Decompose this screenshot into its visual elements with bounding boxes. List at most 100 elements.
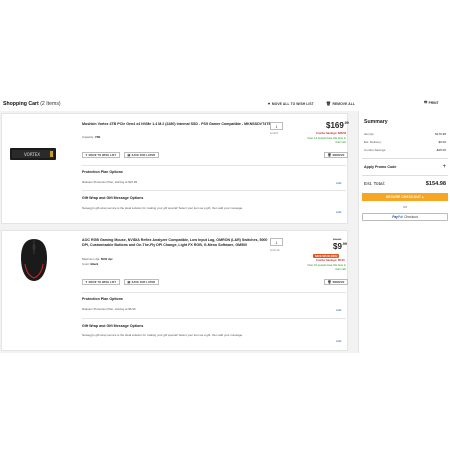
gift-wrap-title: Gift Wrap and Gift Message Options: [82, 196, 144, 200]
estimated-total: Est. Total: $154.98: [364, 181, 446, 187]
summary-divider: [362, 175, 448, 176]
summary-value: $179.98: [435, 132, 446, 136]
summary-row-delivery: Est. Delivery: $0.00: [364, 140, 446, 144]
item-spec-color: Color: Black: [82, 262, 98, 266]
divider: [82, 292, 346, 293]
summary-row-items: Item(s): $179.98: [364, 132, 446, 136]
add-protection-link[interactable]: Add: [336, 308, 341, 312]
quantity-limit: Limit 5: [270, 132, 278, 135]
ssd-thumbnail[interactable]: VORTEX: [10, 148, 56, 161]
add-gift-link[interactable]: Add: [336, 339, 341, 343]
spec-value: 4TB: [94, 135, 101, 139]
summary-label: Item(s):: [364, 132, 375, 136]
summary-value: $0.00: [438, 140, 446, 144]
popularity-note: Over 14 people have this item in their c…: [307, 137, 346, 144]
cart-header: Shopping Cart (2 Items) ♥ MOVE ALL TO WI…: [0, 98, 358, 109]
remove-item-button[interactable]: 🗑 REMOVE: [324, 279, 348, 285]
paypal-pal: Pal: [397, 215, 403, 219]
combo-savings: Combo Savings: $5.00: [316, 259, 345, 262]
protection-plan-title: Protection Plan Options: [82, 170, 123, 174]
spec-value: Black: [90, 262, 99, 266]
save-later-label: SAVE FOR LATER: [131, 153, 156, 157]
est-total-value: $154.98: [425, 181, 446, 187]
save-for-later-button[interactable]: ▤ SAVE FOR LATER: [124, 152, 159, 158]
page-title: Shopping Cart (2 Items): [3, 101, 61, 107]
move-to-wishlist-button[interactable]: ♥ MOVE TO WISH LIST: [82, 279, 120, 285]
save-later-label: SAVE FOR LATER: [131, 280, 156, 284]
summary-value: -$25.00: [435, 148, 446, 152]
item-count: (2 Items): [40, 100, 61, 107]
print-button[interactable]: 🖶 PRINT: [424, 100, 439, 106]
heart-icon: ♥: [267, 101, 271, 106]
summary-label: Est. Delivery:: [364, 140, 382, 144]
mouse-thumbnail[interactable]: [18, 238, 50, 283]
price-whole: $169: [326, 121, 344, 130]
summary-row-savings: Combo Savings: -$25.00: [364, 148, 446, 152]
move-all-label: MOVE ALL TO WISH LIST: [271, 101, 314, 106]
popularity-note: Over 10 people have this item in their c…: [307, 264, 346, 271]
cart-title-text: Shopping Cart: [3, 100, 39, 107]
or-separator: OR: [402, 205, 408, 209]
spec-value: 5000 dpi: [100, 257, 113, 261]
remove-label: REMOVE: [332, 153, 345, 157]
remove-all-button[interactable]: 🗑 REMOVE ALL: [326, 101, 355, 106]
protection-plan-title: Protection Plan Options: [82, 297, 123, 301]
trash-icon: 🗑: [327, 280, 332, 284]
page: Shopping Cart (2 Items) ♥ MOVE ALL TO WI…: [0, 0, 450, 450]
heart-icon: ♥: [85, 280, 88, 284]
trash-icon: 🗑: [327, 153, 332, 157]
protection-plan-text: Rakuten Protection Plan, starting at $6.…: [82, 307, 136, 311]
item-spec: Capacity: 4TB: [82, 135, 100, 139]
print-label: PRINT: [428, 101, 439, 105]
discount-badge: SAVE $15.00 (60%): [313, 254, 340, 259]
price-cents: .99: [341, 242, 347, 246]
move-all-to-wishlist-button[interactable]: ♥ MOVE ALL TO WISH LIST: [268, 101, 314, 106]
summary-divider: [362, 158, 448, 159]
apply-promo-code-toggle[interactable]: Apply Promo Code +: [364, 164, 446, 170]
remove-label: REMOVE: [332, 280, 345, 284]
trash-icon: 🗑: [325, 101, 331, 106]
heart-icon: ♥: [85, 153, 88, 157]
paypal-logo: PayPal: [392, 215, 402, 219]
divider: [82, 190, 346, 191]
price-cents: .99: [343, 121, 349, 125]
item-name[interactable]: AOC RGB Gaming Mouse, NVIDIA Reflex Anal…: [82, 238, 272, 247]
paypal-checkout-label: Checkout: [404, 215, 418, 219]
svg-text:VORTEX: VORTEX: [24, 152, 40, 157]
ssd-image: VORTEX: [10, 148, 56, 160]
move-label: MOVE TO WISH LIST: [88, 280, 117, 284]
printer-icon: 🖶: [424, 100, 428, 104]
mouse-image: [21, 239, 47, 281]
quantity-input[interactable]: 1: [270, 122, 283, 130]
add-protection-link[interactable]: Add: [336, 181, 341, 185]
spec-label: Color:: [82, 262, 90, 266]
move-label: MOVE TO WISH LIST: [88, 153, 117, 157]
item-name[interactable]: Mushkin Vortex 4TB PCIe Gen4 x4 NVMe 1.4…: [82, 122, 278, 127]
quantity-limit: Limit 10: [270, 249, 280, 252]
summary-title: Summary: [364, 119, 388, 125]
bookmark-icon: ▤: [127, 280, 131, 284]
gift-wrap-title: Gift Wrap and Gift Message Options: [82, 324, 144, 328]
item-price: $9.99: [333, 242, 347, 251]
price-whole: $9: [333, 242, 342, 251]
save-for-later-button[interactable]: ▤ SAVE FOR LATER: [124, 279, 159, 285]
promo-label: Apply Promo Code: [364, 165, 397, 169]
bookmark-icon: ▤: [127, 153, 131, 157]
divider: [82, 318, 346, 319]
item-spec-dpi: Maximum dpi: 5000 dpi: [82, 257, 112, 261]
add-gift-link[interactable]: Add: [336, 210, 341, 214]
est-total-label: Est. Total:: [364, 182, 385, 187]
paypal-checkout-button[interactable]: PayPal Checkout: [362, 213, 448, 221]
quantity-input[interactable]: 1: [270, 238, 283, 246]
remove-all-label: REMOVE ALL: [332, 101, 355, 106]
original-price: $24.99: [333, 238, 342, 241]
gift-wrap-text: Newegg's gift-wrap service is the ideal …: [82, 333, 243, 337]
protection-plan-text: Rakuten Protection Plan, starting at $22…: [82, 180, 138, 184]
gift-wrap-text: Newegg's gift-wrap service is the ideal …: [82, 206, 243, 210]
summary-label: Combo Savings:: [364, 148, 387, 152]
remove-item-button[interactable]: 🗑 REMOVE: [324, 152, 348, 158]
secure-checkout-button[interactable]: SECURE CHECKOUT ▸: [362, 193, 448, 201]
spec-label: Maximum dpi:: [82, 257, 100, 261]
move-to-wishlist-button[interactable]: ♥ MOVE TO WISH LIST: [82, 152, 120, 158]
combo-savings: Combo Savings: $28.50: [316, 132, 347, 135]
